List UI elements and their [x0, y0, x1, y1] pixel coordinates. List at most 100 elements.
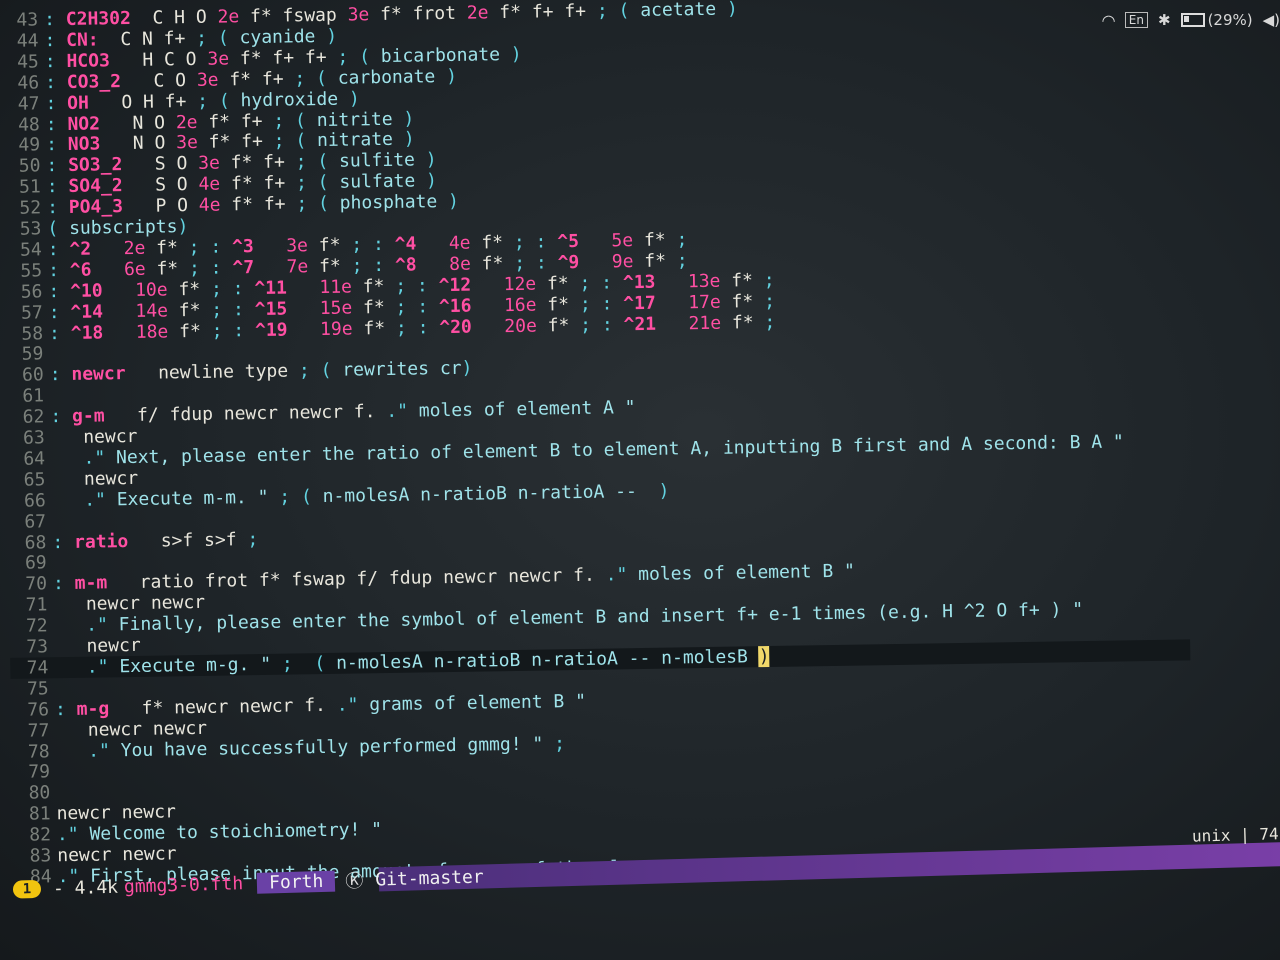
line-number: 48	[17, 113, 40, 136]
code-line[interactable]: 63 newcr	[7, 426, 138, 449]
colon-definition-marker: :	[52, 573, 75, 595]
line-number: 55	[20, 260, 43, 282]
code-line[interactable]: 82 ." Welcome to stoichiometry! "	[13, 819, 382, 846]
line-number: 54	[19, 239, 42, 261]
code-token: nitrite	[305, 108, 404, 131]
keyboard-layout-indicator[interactable]: En	[1124, 12, 1148, 28]
code-line[interactable]: 62: g-m f/ fdup newcr newcr f. ." moles …	[6, 397, 636, 428]
code-line[interactable]: 69	[9, 553, 53, 575]
line-number: 59	[21, 343, 44, 366]
code-line[interactable]: 64 ." Next, please enter the ratio of el…	[7, 431, 1124, 470]
line-number: 53	[19, 218, 42, 240]
code-line[interactable]: 76: m-g f* newcr newcr f. ." grams of el…	[11, 691, 586, 721]
code-token: 3e	[176, 132, 199, 154]
line-number: 63	[22, 427, 45, 449]
code-token: SO4_2	[68, 175, 123, 198]
code-line[interactable]: 68: ratio s>f s>f ;	[8, 529, 259, 554]
line-number: 52	[19, 197, 42, 219]
code-token: f*	[307, 234, 352, 257]
code-token: 3e	[286, 235, 309, 257]
code-line[interactable]: 75	[11, 678, 55, 700]
code-token: f* fswap	[239, 4, 348, 28]
code-line[interactable]: 79	[12, 762, 56, 784]
code-token: cyanide	[228, 25, 327, 49]
line-number: 57	[20, 301, 43, 324]
code-line[interactable]: 60: newcr newline type ; ( rewrites cr)	[6, 358, 473, 386]
code-line[interactable]: 59	[5, 344, 49, 366]
code-token: 17e	[688, 291, 721, 313]
colon-definition-marker: :	[45, 92, 68, 114]
wifi-icon[interactable]: ◜◝	[1102, 11, 1114, 30]
code-token: 8e	[449, 253, 472, 275]
code-token: subscripts	[58, 216, 178, 240]
line-number: 44	[16, 30, 39, 52]
code-token: f* f+	[220, 172, 297, 195]
code-token: (	[315, 67, 328, 89]
code-line[interactable]: 80	[12, 783, 56, 805]
file-size: - 4.4k	[52, 876, 119, 900]
code-token: ;	[763, 290, 776, 312]
code-token: ;	[596, 0, 608, 22]
code-token: ^7	[232, 256, 255, 279]
error-count-badge[interactable]: 1	[12, 879, 42, 899]
code-token: f*	[470, 231, 515, 254]
code-token: (	[294, 109, 307, 131]
code-token: )	[326, 25, 338, 47]
code-token: 2e	[217, 6, 240, 28]
battery-indicator[interactable]: (29%)	[1180, 11, 1253, 29]
volume-icon[interactable]: ◀)	[1263, 11, 1280, 29]
code-token: f*	[145, 236, 189, 259]
colon-definition-marker: :	[48, 301, 71, 323]
line-number: 49	[18, 134, 41, 157]
code-token: ;	[514, 252, 526, 274]
code-line[interactable]: 61	[6, 385, 50, 407]
line-number: 69	[24, 552, 47, 575]
code-token: Welcome to stoichiometry! "	[78, 819, 383, 845]
code-token: ^5	[557, 230, 580, 253]
code-line[interactable]: 74 ." Execute m-g. " ; ( n-molesA n-rati…	[10, 639, 1191, 679]
code-token: f*	[535, 272, 580, 295]
colon-definition-marker: :	[47, 259, 70, 282]
code-line[interactable]: 73 newcr	[10, 635, 141, 658]
code-line[interactable]: 53( subscripts)	[3, 216, 189, 240]
code-token: (	[358, 45, 371, 68]
colon-definition-marker: :	[46, 176, 69, 198]
code-token: ;	[295, 172, 308, 194]
code-token: (	[300, 485, 312, 508]
major-mode[interactable]: Forth	[256, 870, 336, 894]
code-line[interactable]: 65 newcr	[7, 468, 139, 491]
code-token: 5e	[611, 229, 634, 252]
code-line[interactable]: 67	[8, 511, 52, 533]
code-token: ;	[764, 311, 776, 333]
code-buffer[interactable]: 43: C2H302 C H O 2e f* fswap 3e f* frot …	[0, 0, 1280, 888]
code-token: f*	[352, 317, 397, 340]
code-token: ^9	[557, 251, 580, 274]
code-token: (	[314, 652, 326, 675]
code-token: ;	[298, 360, 310, 382]
vcs-branch[interactable]: Git-master	[375, 866, 484, 890]
code-token: ^10	[69, 280, 103, 302]
code-line[interactable]: 70: m-m ratio frot f* fswap f/ fdup newc…	[9, 561, 855, 595]
code-token: :	[233, 319, 245, 341]
code-token: f* f+ f+	[228, 46, 338, 70]
code-line[interactable]: 81 newcr newcr	[12, 802, 176, 826]
code-token: moles of element B "	[627, 560, 856, 586]
bluetooth-icon[interactable]: ✱	[1158, 11, 1171, 29]
code-line[interactable]: 43: C2H302 C H O 2e f* fswap 3e f* frot …	[0, 0, 738, 31]
code-token: 13e	[687, 270, 721, 292]
colon-definition-marker: :	[45, 134, 68, 156]
code-token: 3e	[347, 4, 370, 26]
code-token: S O	[122, 174, 199, 197]
code-token: (	[618, 0, 630, 22]
code-token: N O	[100, 132, 177, 155]
code-token: f*	[720, 311, 765, 334]
